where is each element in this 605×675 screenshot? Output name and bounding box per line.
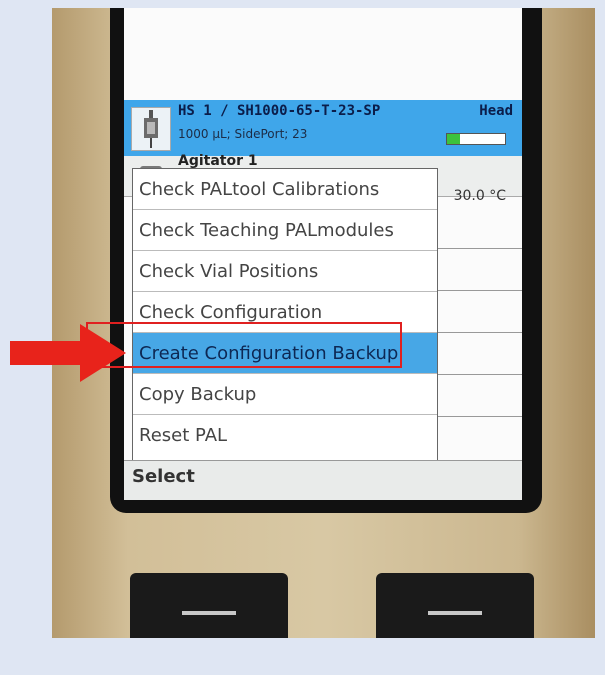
menu-item-check-paltool-calibrations[interactable]: Check PALtool Calibrations	[133, 169, 437, 210]
list-divider	[434, 374, 522, 375]
list-divider	[434, 290, 522, 291]
menu-item-check-teaching-palmodules[interactable]: Check Teaching PALmodules	[133, 210, 437, 251]
agitator-temperature: 30.0 °C	[453, 188, 506, 204]
right-softkey-button[interactable]	[376, 573, 534, 638]
tool-title: HS 1 / SH1000-65-T-23-SP	[178, 103, 381, 119]
context-menu: Check PALtool Calibrations Check Teachin…	[132, 168, 438, 462]
tool-row[interactable]: HS 1 / SH1000-65-T-23-SP Head 1000 µL; S…	[124, 100, 522, 156]
select-softkey-label: Select	[132, 466, 195, 487]
level-bar-fill	[447, 134, 460, 144]
menu-item-reset-pal[interactable]: Reset PAL	[133, 415, 437, 456]
tool-subtitle: 1000 µL; SidePort; 23	[178, 127, 308, 141]
softkey-bar: Select	[124, 460, 522, 500]
dash-icon	[428, 611, 482, 615]
agitator-title: Agitator 1	[178, 153, 258, 169]
tool-status: Head	[479, 103, 513, 119]
menu-item-check-vial-positions[interactable]: Check Vial Positions	[133, 251, 437, 292]
dash-icon	[182, 611, 236, 615]
list-divider	[434, 416, 522, 417]
arrow-right-icon	[10, 324, 126, 386]
level-bar	[446, 133, 506, 145]
highlight-box	[86, 322, 402, 368]
menu-item-copy-backup[interactable]: Copy Backup	[133, 374, 437, 415]
list-divider	[434, 332, 522, 333]
syringe-icon	[131, 107, 171, 151]
list-divider	[434, 248, 522, 249]
device-screen: HS 1 / SH1000-65-T-23-SP Head 1000 µL; S…	[124, 8, 522, 500]
left-softkey-button[interactable]	[130, 573, 288, 638]
